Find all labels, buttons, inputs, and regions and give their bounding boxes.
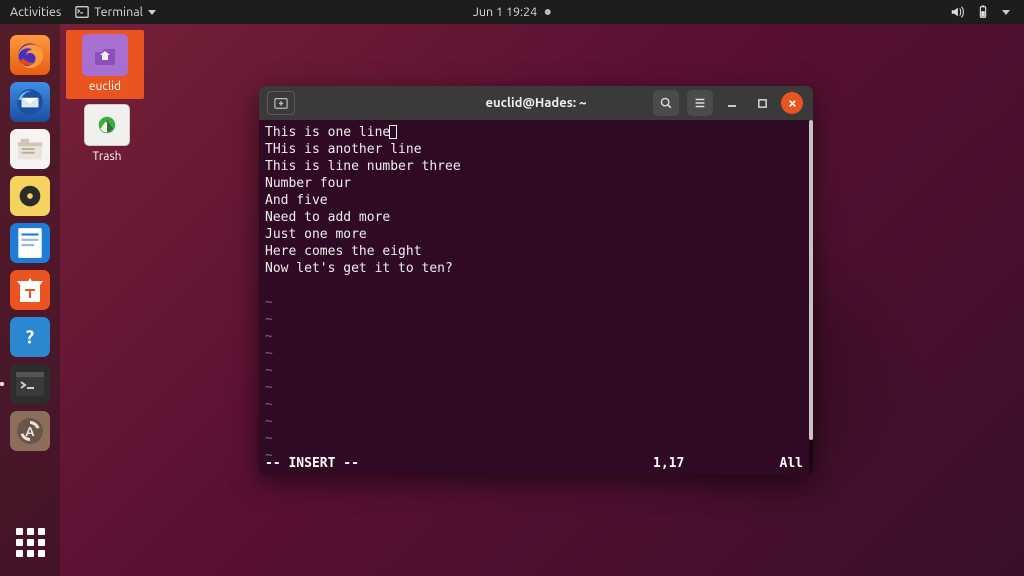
chevron-down-icon	[148, 10, 156, 15]
desktop-trash[interactable]: Trash	[68, 104, 146, 163]
updater-icon: A	[10, 411, 50, 451]
scrollbar-thumb[interactable]	[809, 120, 813, 440]
new-tab-icon	[274, 96, 288, 110]
terminal-line: Need to add more	[265, 209, 803, 226]
vim-empty-line: ~	[265, 311, 803, 328]
vim-empty-line: ~	[265, 413, 803, 430]
vim-cursor-position: 1,17	[653, 455, 763, 472]
terminal-line: And five	[265, 192, 803, 209]
terminal-line: Now let's get it to ten?	[265, 260, 803, 277]
vim-empty-line: ~	[265, 345, 803, 362]
dock: ?A	[0, 24, 60, 576]
home-folder-icon	[82, 34, 128, 76]
writer-icon	[10, 223, 50, 263]
dock-help[interactable]: ?	[8, 315, 52, 359]
terminal-icon	[10, 364, 50, 404]
vim-empty-line: ~	[265, 362, 803, 379]
terminal-app-icon	[75, 5, 89, 19]
rhythmbox-icon	[10, 176, 50, 216]
dock-updater[interactable]: A	[8, 409, 52, 453]
new-tab-button[interactable]	[267, 91, 295, 115]
terminal-viewport[interactable]: This is one lineTHis is another lineThis…	[259, 120, 809, 475]
terminal-line: Here comes the eight	[265, 243, 803, 260]
vim-status-line: -- INSERT -- 1,17 All	[265, 455, 803, 472]
volume-icon	[950, 5, 964, 19]
vim-mode: -- INSERT --	[265, 455, 359, 472]
files-icon	[10, 129, 50, 169]
minimize-icon	[726, 97, 738, 109]
close-button[interactable]	[781, 92, 803, 114]
top-bar: Activities Terminal Jun 1 19:24	[0, 0, 1024, 24]
scrollbar-track[interactable]	[809, 120, 813, 475]
app-menu[interactable]: Terminal	[75, 5, 156, 19]
dock-terminal[interactable]	[8, 362, 52, 406]
show-applications-button[interactable]	[8, 520, 52, 564]
dock-software[interactable]	[8, 268, 52, 312]
minimize-button[interactable]	[721, 92, 743, 114]
chevron-down-icon	[1002, 10, 1010, 15]
trash-icon	[84, 104, 130, 146]
apps-grid-icon	[16, 528, 45, 557]
terminal-line: This is line number three	[265, 158, 803, 175]
dock-writer[interactable]	[8, 221, 52, 265]
desktop-home-folder[interactable]: euclid	[66, 30, 144, 99]
search-button[interactable]	[653, 90, 679, 116]
app-menu-label: Terminal	[94, 5, 143, 19]
dock-rhythmbox[interactable]	[8, 174, 52, 218]
maximize-button[interactable]	[751, 92, 773, 114]
titlebar[interactable]: euclid@Hades: ~	[259, 86, 813, 120]
activities-button[interactable]: Activities	[10, 5, 61, 19]
vim-empty-line: ~	[265, 430, 803, 447]
dock-thunderbird[interactable]	[8, 80, 52, 124]
terminal-line: THis is another line	[265, 141, 803, 158]
menu-button[interactable]	[687, 90, 713, 116]
hamburger-icon	[693, 96, 707, 110]
desktop-icon-label: euclid	[89, 80, 121, 93]
notification-indicator-icon	[545, 9, 551, 15]
terminal-window: euclid@Hades: ~ This is one lineTHis is …	[259, 86, 813, 475]
vim-empty-line: ~	[265, 396, 803, 413]
search-icon	[659, 96, 673, 110]
vim-scroll-percent: All	[763, 455, 803, 472]
system-status-area[interactable]	[950, 5, 1024, 19]
close-icon	[787, 98, 798, 109]
software-icon	[10, 270, 50, 310]
battery-icon	[976, 5, 990, 19]
clock[interactable]: Jun 1 19:24	[473, 5, 537, 19]
help-icon: ?	[10, 317, 50, 357]
vim-empty-line: ~	[265, 294, 803, 311]
terminal-line: Just one more	[265, 226, 803, 243]
svg-text:?: ?	[26, 327, 34, 348]
thunderbird-icon	[10, 82, 50, 122]
desktop-icon-label: Trash	[92, 150, 121, 163]
window-title: euclid@Hades: ~	[486, 96, 587, 110]
cursor	[389, 125, 397, 139]
dock-files[interactable]	[8, 127, 52, 171]
terminal-line	[265, 277, 803, 294]
svg-text:A: A	[25, 425, 35, 439]
firefox-icon	[10, 35, 50, 75]
terminal-line: This is one line	[265, 124, 803, 141]
vim-empty-line: ~	[265, 328, 803, 345]
dock-firefox[interactable]	[8, 33, 52, 77]
vim-empty-line: ~	[265, 379, 803, 396]
maximize-icon	[757, 98, 768, 109]
terminal-line: Number four	[265, 175, 803, 192]
